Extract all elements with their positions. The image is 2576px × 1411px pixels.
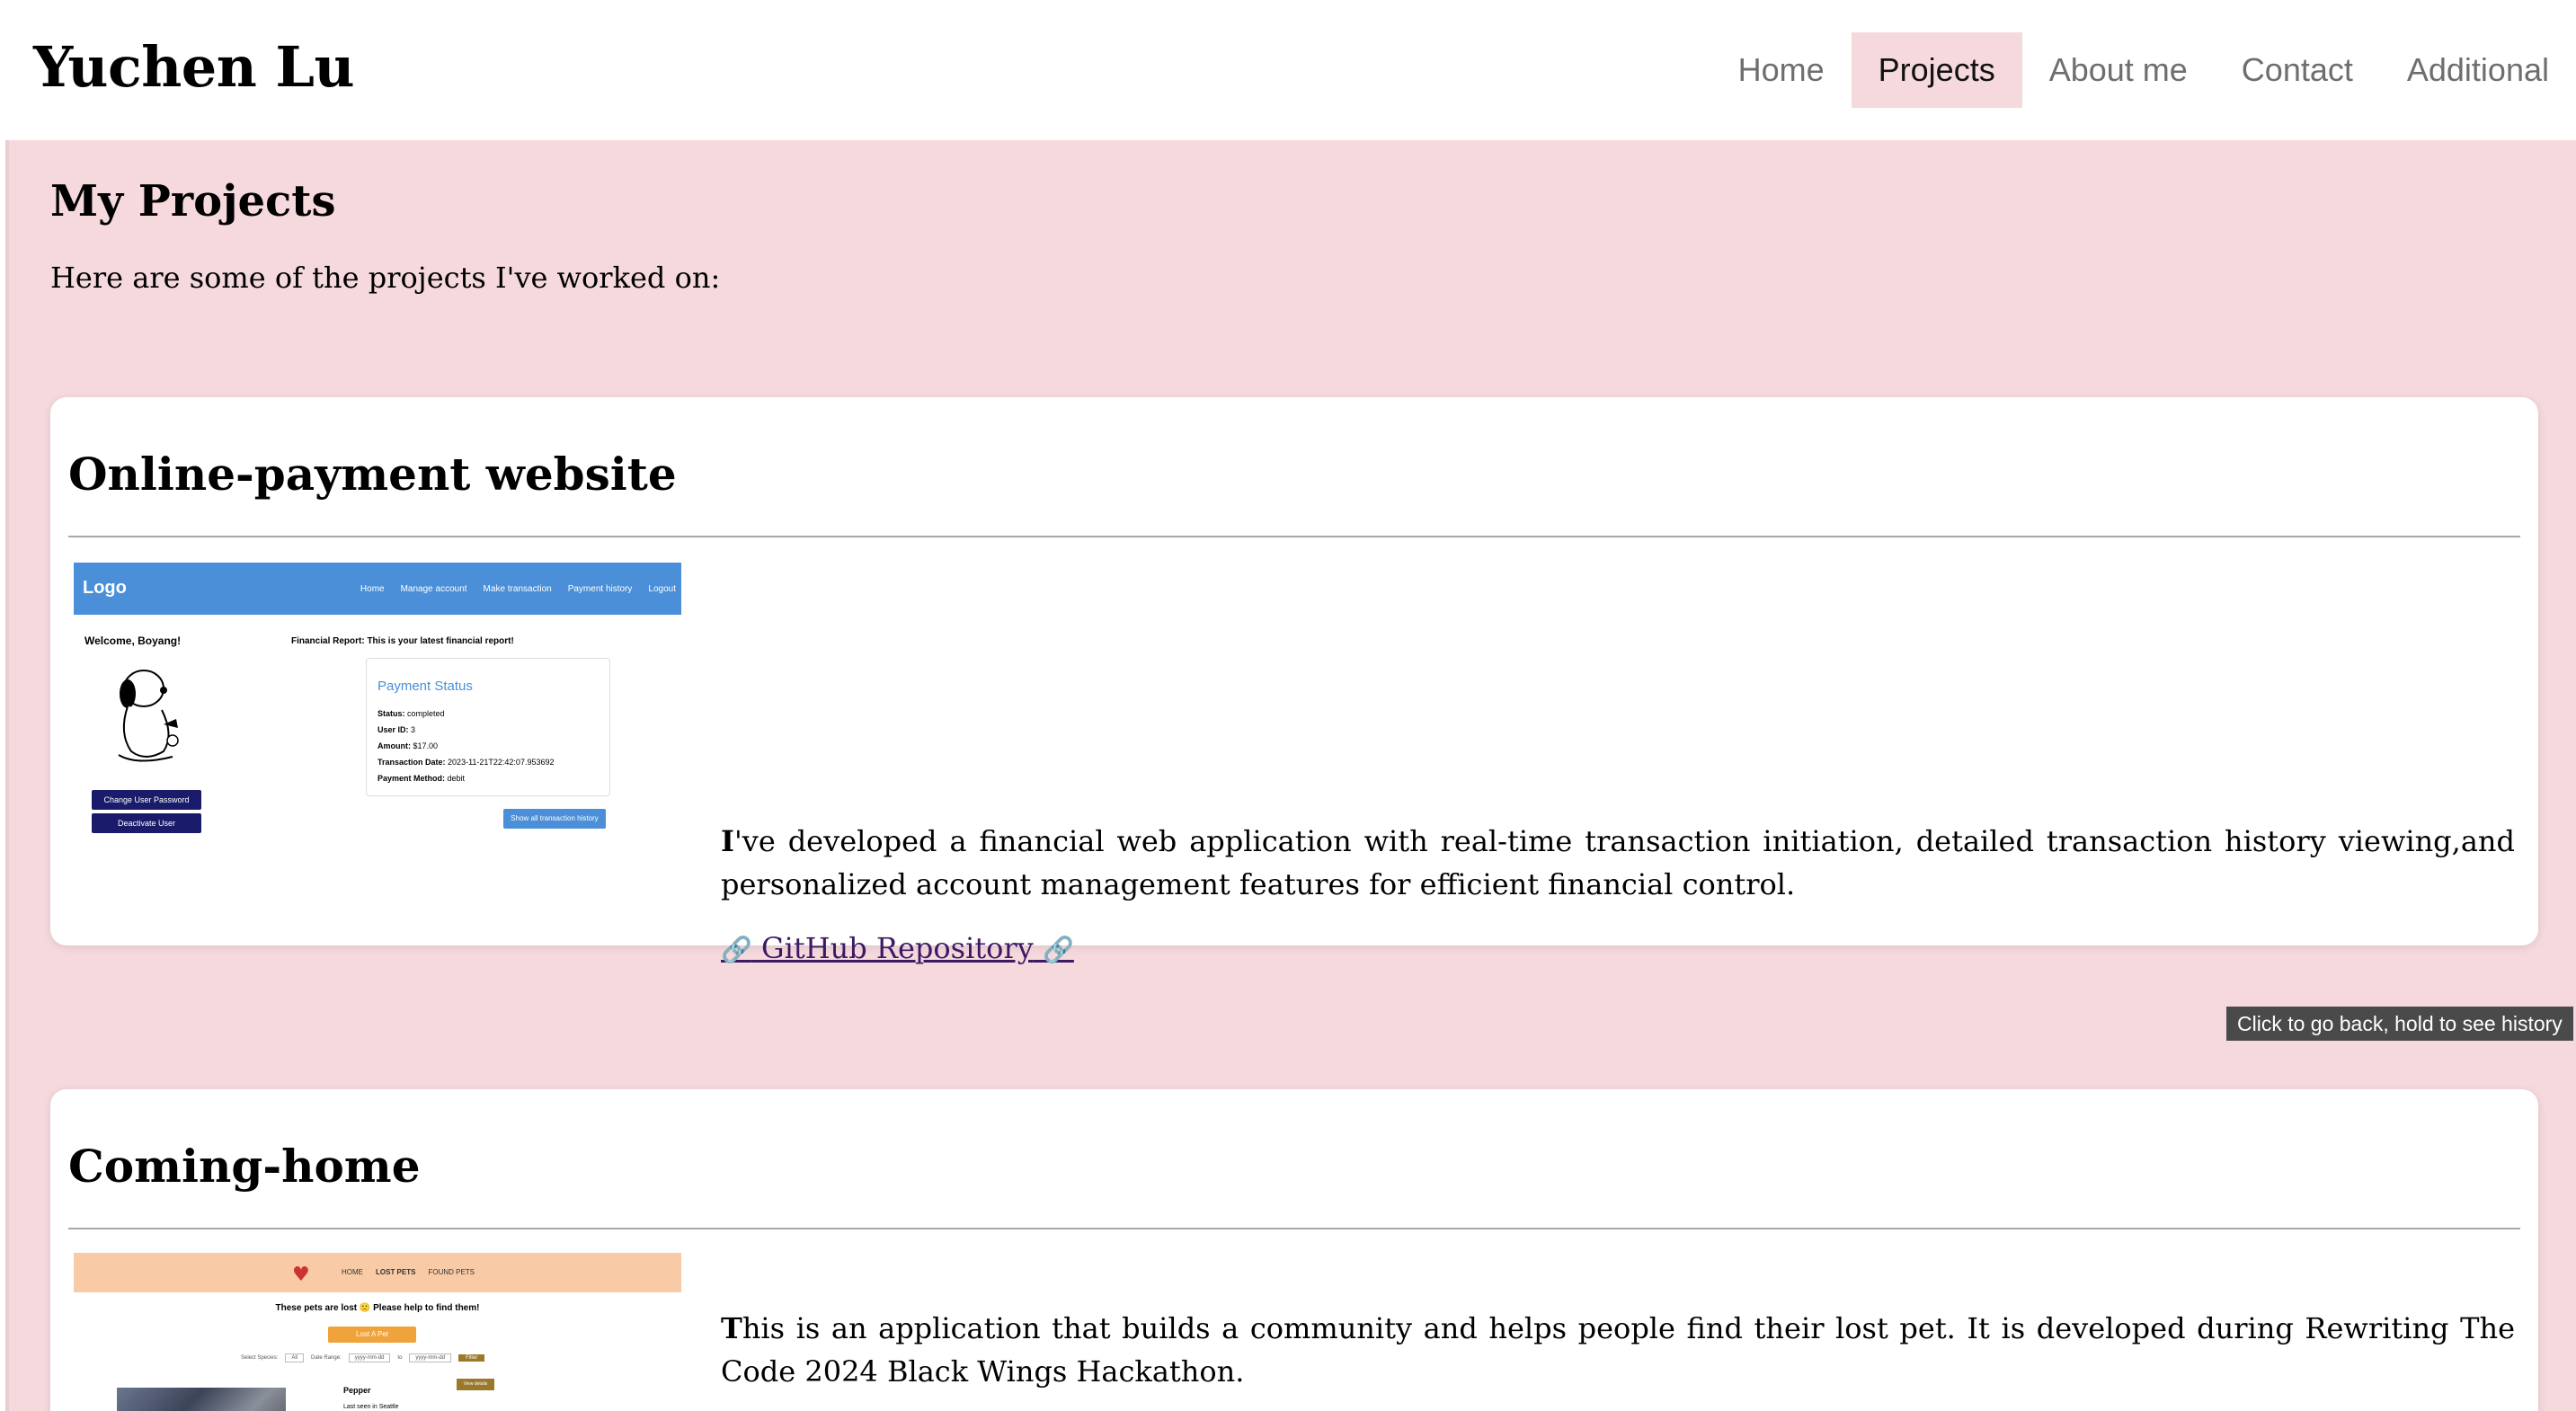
status-label: User ID: (378, 725, 409, 734)
deactivate-user-button: Deactivate User (92, 813, 201, 833)
card-divider (68, 536, 2520, 537)
project-card: Online-payment website Logo Home Manage … (50, 397, 2538, 965)
thumb-report: Financial Report: This is your latest fi… (291, 636, 514, 646)
lost-pets-message: These pets are lost 🙁 Please help to fin… (275, 1303, 480, 1313)
thumb-nav-item: FOUND PETS (428, 1268, 475, 1276)
project-description: I've developed a financial web applicati… (721, 820, 2515, 906)
page-heading: My Projects (50, 176, 336, 226)
pet-filter-bar: Select Species: All Date Range: yyyy-mm-… (241, 1353, 485, 1362)
thumb-nav: HOME LOST PETS FOUND PETS (342, 1268, 475, 1276)
status-value: debit (447, 774, 466, 783)
heart-paw-logo-icon: ♥ (292, 1264, 310, 1286)
thumb-logo: Logo (83, 578, 127, 598)
description-initial: I (721, 824, 734, 858)
status-value: 3 (411, 725, 416, 734)
nav-about-me[interactable]: About me (2022, 32, 2215, 108)
status-value: completed (407, 709, 445, 718)
date-from-input: yyyy-mm-dd (348, 1353, 391, 1362)
project-description: This is an application that builds a com… (721, 1307, 2515, 1393)
date-to-label: to (397, 1355, 403, 1361)
status-label: Amount: (378, 741, 411, 750)
main-nav: Home Projects About me Contact Additiona… (1711, 32, 2576, 108)
project-screenshot: Logo Home Manage account Make transactio… (74, 563, 681, 852)
github-repository-link[interactable]: 🔗 GitHub Repository 🔗 (721, 931, 1074, 965)
link-icon: 🔗 (721, 935, 752, 964)
status-label: Transaction Date: (378, 758, 446, 767)
date-to-input: yyyy-mm-dd (409, 1353, 452, 1362)
thumb-nav-item: Payment history (567, 584, 633, 594)
nav-contact[interactable]: Contact (2215, 32, 2380, 108)
project-screenshot: ♥ HOME LOST PETS FOUND PETS These pets a… (74, 1253, 681, 1411)
page-intro: Here are some of the projects I've worke… (50, 261, 721, 295)
pet-last-seen: Last seen in Seattle (343, 1404, 399, 1410)
thumb-nav: Home Manage account Make transaction Pay… (360, 584, 676, 594)
snoopy-illustration-icon (118, 670, 179, 762)
status-value: 2023-11-21T22:42:07.953692 (448, 758, 555, 767)
status-value: $17.00 (413, 741, 439, 750)
species-label: Select Species: (241, 1355, 279, 1361)
show-all-history-button: Show all transaction history (503, 809, 606, 829)
description-text: his is an application that builds a comm… (721, 1311, 2515, 1389)
lost-a-pet-button: Lost A Pet (328, 1327, 416, 1343)
filter-button: Filter (458, 1354, 485, 1362)
nav-additional[interactable]: Additional (2380, 32, 2576, 108)
description-initial: T (721, 1311, 742, 1345)
site-title[interactable]: Yuchen Lu (33, 34, 355, 100)
thumb-nav-item: HOME (342, 1268, 363, 1276)
payment-status-title: Payment Status (378, 679, 473, 694)
github-repository-label: GitHub Repository (761, 931, 1034, 965)
species-select: All (285, 1353, 305, 1362)
pet-name: Pepper (343, 1386, 371, 1395)
nav-home[interactable]: Home (1711, 32, 1852, 108)
thumb-welcome: Welcome, Boyang! (84, 635, 182, 647)
payment-status-card: Payment Status Status: completed User ID… (366, 658, 610, 796)
thumb-nav-item: Make transaction (483, 584, 552, 594)
thumb-nav-item: Manage account (400, 584, 467, 594)
status-label: Status: (378, 709, 405, 718)
nav-projects[interactable]: Projects (1851, 32, 2022, 108)
site-header: Yuchen Lu Home Projects About me Contact… (0, 0, 2576, 140)
thumb-nav-item: Home (360, 584, 385, 594)
thumb-nav-item: Logout (648, 584, 676, 594)
left-border (0, 140, 9, 1411)
card-divider (68, 1228, 2520, 1229)
description-text: 've developed a financial web applicatio… (721, 824, 2515, 901)
pet-photo (117, 1388, 286, 1411)
back-button-tooltip: Click to go back, hold to see history (2226, 1007, 2573, 1041)
payment-status-rows: Status: completed User ID: 3 Amount: $17… (378, 706, 554, 786)
thumb-nav-item: LOST PETS (376, 1268, 416, 1276)
project-title: Coming-home (68, 1140, 421, 1193)
project-card: Coming-home ♥ HOME LOST PETS FOUND PETS … (50, 1089, 2538, 1411)
link-icon: 🔗 (1042, 935, 1074, 964)
projects-section: My Projects Here are some of the project… (9, 140, 2576, 1411)
date-range-label: Date Range: (311, 1355, 342, 1361)
view-details-button: View details (457, 1379, 494, 1390)
status-label: Payment Method: (378, 774, 446, 783)
change-password-button: Change User Password (92, 790, 201, 810)
project-title: Online-payment website (68, 448, 677, 501)
